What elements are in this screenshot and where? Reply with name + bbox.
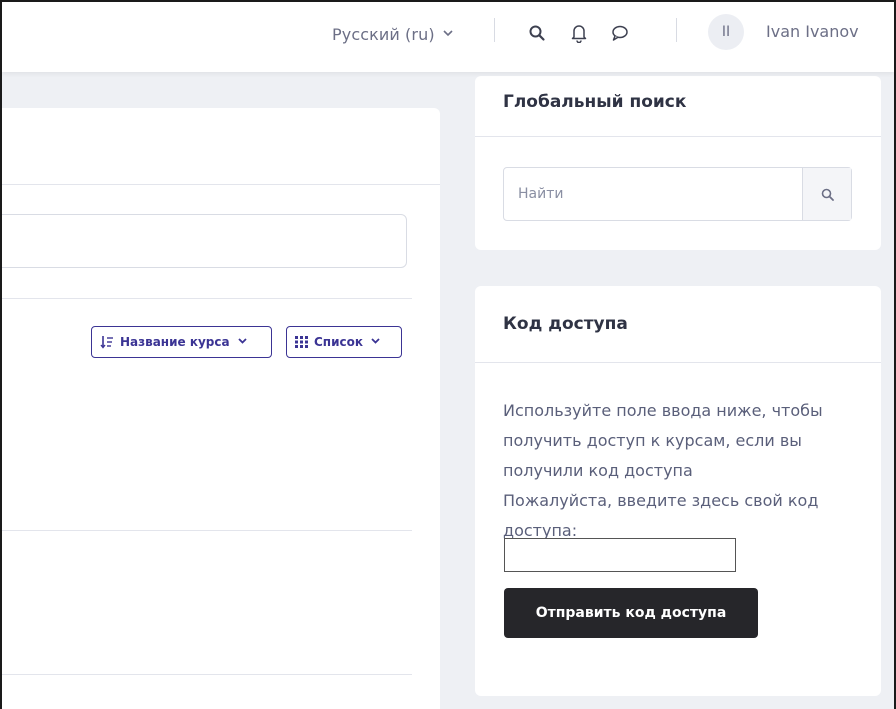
bell-icon[interactable] <box>568 22 590 44</box>
language-label: Русский (ru) <box>332 24 435 44</box>
search-icon <box>821 188 834 201</box>
search-group <box>503 167 852 221</box>
divider <box>2 184 440 185</box>
top-navbar: Русский (ru) II Ivan Ivanov <box>2 2 894 72</box>
chevron-down-icon <box>443 29 453 40</box>
divider <box>2 530 412 531</box>
chevron-down-icon <box>237 337 247 347</box>
card-title: Глобальный поиск <box>503 92 687 112</box>
divider <box>475 362 881 363</box>
divider <box>2 298 412 299</box>
access-code-input[interactable] <box>504 538 736 572</box>
divider <box>475 136 881 137</box>
avatar[interactable]: II <box>708 14 744 50</box>
nav-divider <box>494 18 495 42</box>
submit-access-code-button[interactable]: Отправить код доступа <box>504 588 758 638</box>
access-code-description: Используйте поле ввода ниже, чтобы получ… <box>503 396 853 546</box>
user-name[interactable]: Ivan Ivanov <box>766 22 859 41</box>
search-input[interactable] <box>504 168 802 220</box>
sort-icon <box>100 335 114 349</box>
access-code-card: Код доступа Используйте поле ввода ниже,… <box>475 286 881 696</box>
access-code-instructions: Используйте поле ввода ниже, чтобы получ… <box>503 401 823 480</box>
global-search-card: Глобальный поиск <box>475 76 881 250</box>
search-icon[interactable] <box>526 22 548 44</box>
view-button-label: Список <box>314 335 364 349</box>
search-submit-button[interactable] <box>802 168 851 220</box>
divider <box>2 674 412 675</box>
chat-icon[interactable] <box>609 22 631 44</box>
card-title: Код доступа <box>503 314 628 334</box>
access-code-prompt: Пожалуйста, введите здесь свой код досту… <box>503 491 819 540</box>
grid-icon <box>295 336 308 348</box>
language-menu[interactable]: Русский (ru) <box>332 22 453 46</box>
view-dropdown-button[interactable]: Список <box>286 326 402 358</box>
browser-viewport: Русский (ru) II Ivan Ivanov Название кур… <box>0 0 896 709</box>
sort-button-label: Название курса <box>120 335 230 349</box>
sort-dropdown-button[interactable]: Название курса <box>91 326 272 358</box>
course-search-field[interactable] <box>2 214 407 268</box>
chevron-down-icon <box>371 337 380 347</box>
nav-divider <box>676 18 677 42</box>
course-overview-card <box>2 108 440 709</box>
